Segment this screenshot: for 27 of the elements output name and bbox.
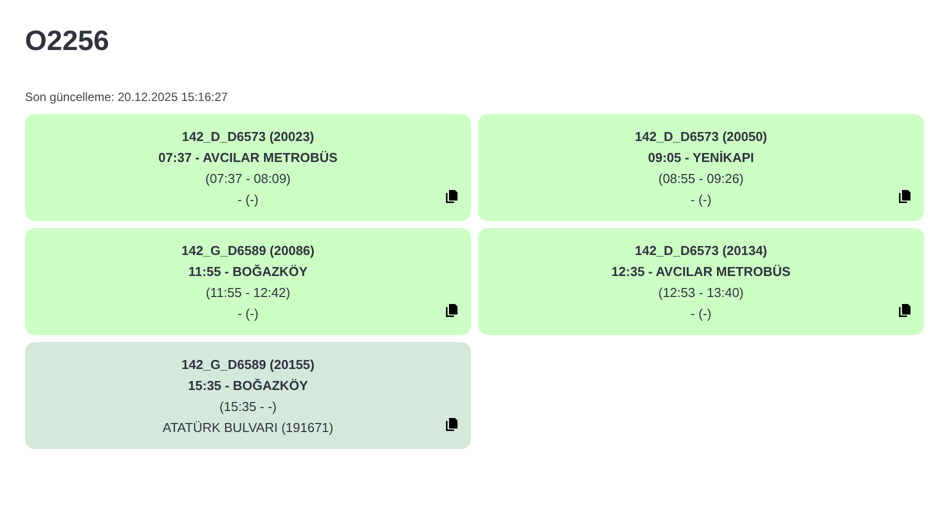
departure-text: 11:55 - BOĞAZKÖY: [188, 263, 308, 281]
departure-text: 09:05 - YENİKAPI: [648, 149, 754, 167]
time-window: (08:55 - 09:26): [658, 168, 744, 189]
stop-text: - (-): [690, 191, 712, 209]
copy-icon[interactable]: [898, 304, 911, 318]
time-window: (07:37 - 08:09): [205, 168, 291, 189]
copy-icon[interactable]: [445, 418, 458, 432]
stop-text: - (-): [238, 191, 258, 209]
trip-id: 142_G_D6589 (20155): [182, 356, 314, 374]
departure-text: 12:35 - AVCILAR METROBÜS: [611, 263, 791, 281]
time-window: (11:55 - 12:42): [206, 282, 290, 303]
copy-icon[interactable]: [898, 190, 911, 204]
trip-id: 142_D_D6573 (20023): [182, 128, 314, 146]
time-window: (12:53 - 13:40): [658, 282, 744, 303]
time-window: (15:35 - -): [219, 396, 277, 417]
last-update-text: Son güncelleme: 20.12.2025 15:16:27: [25, 90, 229, 104]
page-title: O2256: [25, 24, 110, 58]
departure-text: 07:37 - AVCILAR METROBÜS: [158, 149, 338, 167]
stop-text: ATATÜRK BULVARI (191671): [162, 419, 334, 437]
stop-text: - (-): [690, 305, 712, 323]
trip-id: 142_G_D6589 (20086): [182, 242, 314, 260]
trip-id: 142_D_D6573 (20050): [634, 128, 768, 146]
copy-icon[interactable]: [445, 190, 458, 204]
copy-icon[interactable]: [445, 304, 458, 318]
stop-text: - (-): [238, 305, 258, 323]
trip-id: 142_D_D6573 (20134): [634, 242, 768, 260]
departure-text: 15:35 - BOĞAZKÖY: [188, 377, 308, 395]
